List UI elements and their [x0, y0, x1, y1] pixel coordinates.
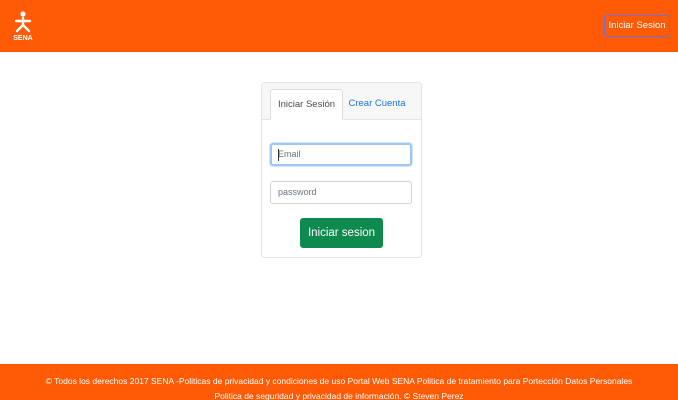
email-field[interactable]: Email — [270, 143, 412, 166]
login-card: Iniciar Sesión Crear Cuenta Email passwo… — [261, 82, 422, 258]
password-placeholder: password — [278, 187, 317, 197]
navbar: SENA Iniciar Sesion — [0, 0, 678, 52]
page: SENA Iniciar Sesion Iniciar Sesión Crear… — [0, 0, 678, 400]
password-field[interactable]: password — [270, 181, 412, 204]
tab-iniciar-sesion[interactable]: Iniciar Sesión — [270, 89, 343, 120]
tab-crear-cuenta[interactable]: Crear Cuenta — [346, 89, 408, 120]
submit-login-button[interactable]: Iniciar sesion — [300, 218, 383, 248]
card-tabs: Iniciar Sesión Crear Cuenta — [262, 83, 421, 120]
footer: © Todos los derechos 2017 SENA -Politica… — [0, 364, 678, 400]
email-placeholder: Email — [278, 149, 301, 159]
sena-logo[interactable]: SENA — [9, 10, 37, 42]
header-login-button[interactable]: Iniciar Sesion — [604, 15, 670, 37]
footer-legal-line: © Todos los derechos 2017 SENA -Politica… — [45, 376, 633, 386]
text-caret — [278, 149, 279, 161]
logo-text: SENA — [13, 35, 32, 42]
footer-privacy-line: Politica de seguridad y privacidad de in… — [214, 391, 464, 400]
